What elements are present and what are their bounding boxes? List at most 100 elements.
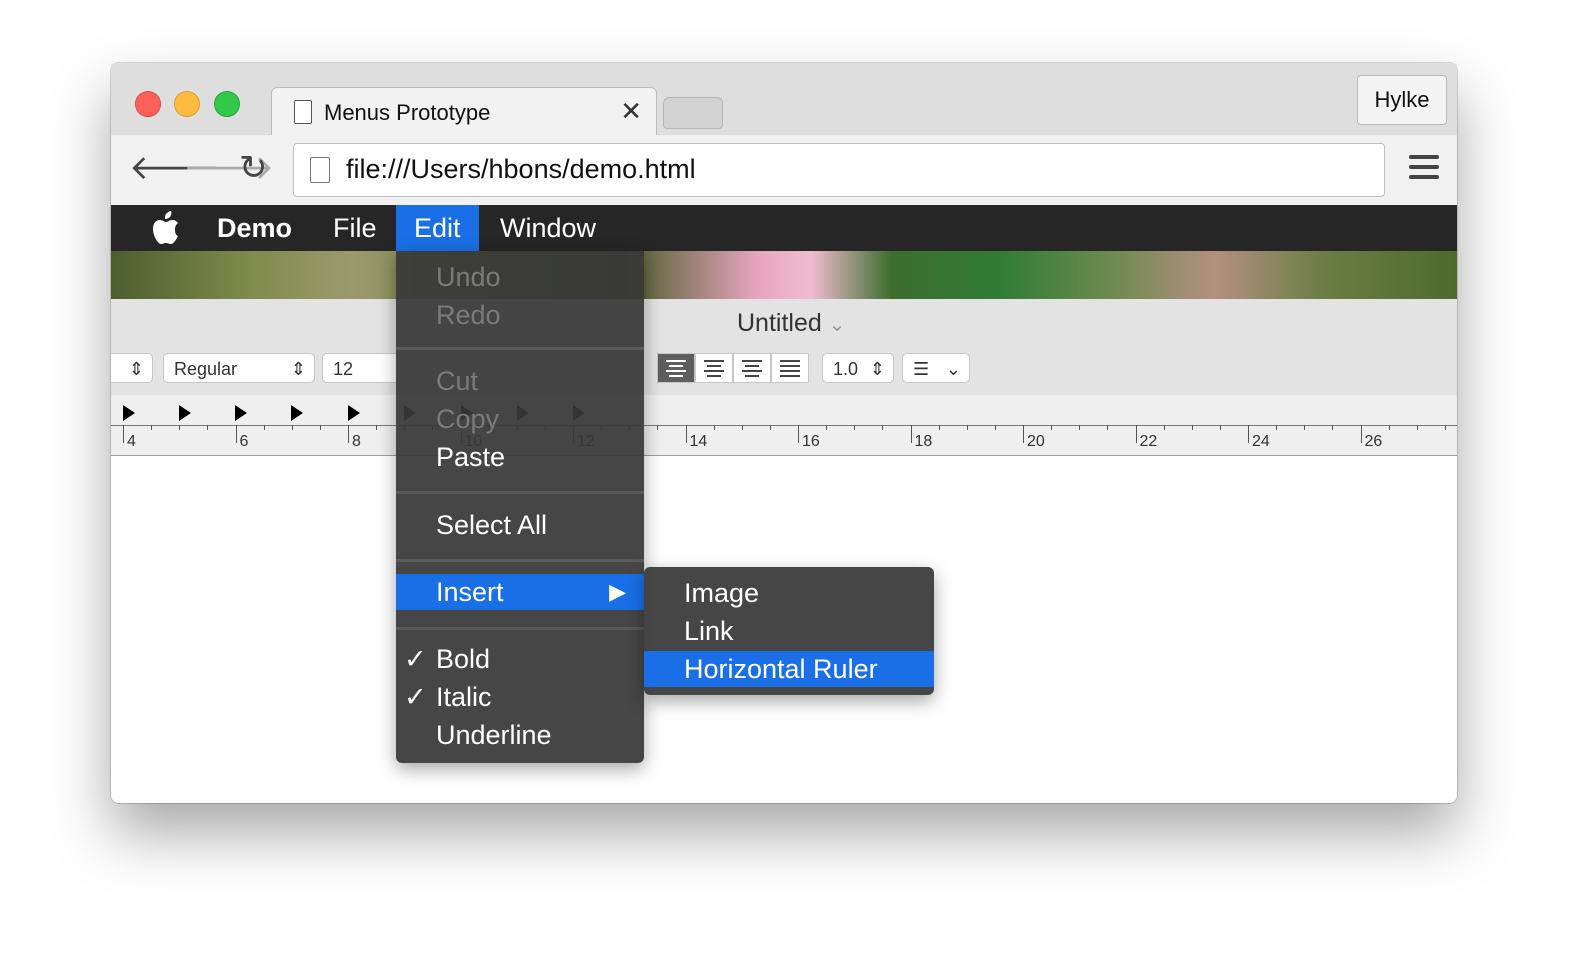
menu-item-insert-label: Insert bbox=[436, 577, 504, 607]
menu-item-copy[interactable]: Copy bbox=[396, 401, 644, 437]
ruler-minor-tick bbox=[1332, 425, 1334, 430]
format-bar: ⇕ Regular ⇕ 12 1.0 ⇕ ☰ ⌄ bbox=[111, 347, 1457, 396]
line-spacing-select[interactable]: 1.0 ⇕ bbox=[822, 353, 894, 383]
document-title-bar: Untitled ⌄ bbox=[111, 299, 1457, 347]
checkmark-icon: ✓ bbox=[404, 682, 427, 712]
menu-item-undo[interactable]: Undo bbox=[396, 259, 644, 295]
zoom-window-button[interactable] bbox=[214, 91, 240, 117]
tab-stop-marker[interactable] bbox=[291, 405, 303, 421]
app-menubar: Demo File Edit Window bbox=[111, 205, 1457, 251]
tab-menus-prototype[interactable]: Menus Prototype ✕ bbox=[271, 87, 657, 137]
ruler-minor-tick bbox=[179, 425, 181, 430]
menu-item-paste[interactable]: Paste bbox=[396, 439, 644, 475]
menu-item-italic-label: Italic bbox=[436, 682, 492, 712]
document-title[interactable]: Untitled ⌄ bbox=[737, 309, 845, 338]
ruler-baseline bbox=[111, 425, 1457, 426]
reload-icon[interactable]: ↻ bbox=[239, 151, 268, 185]
ruler-minor-tick bbox=[657, 425, 659, 430]
list-icon: ☰ bbox=[913, 359, 930, 379]
insert-submenu: Image Link Horizontal Ruler bbox=[644, 567, 934, 695]
align-left-icon[interactable] bbox=[657, 353, 695, 383]
line-spacing-value: 1.0 bbox=[833, 359, 859, 379]
tab-stop-marker[interactable] bbox=[348, 405, 360, 421]
ruler-minor-tick bbox=[376, 425, 378, 430]
menu-edit[interactable]: Edit bbox=[396, 205, 479, 251]
menu-separator bbox=[396, 347, 644, 350]
ruler-minor-tick bbox=[291, 425, 293, 430]
ruler-minor-tick bbox=[1444, 425, 1446, 430]
menu-file[interactable]: File bbox=[315, 205, 395, 251]
ruler-major-tick bbox=[1360, 425, 1362, 443]
menu-item-redo[interactable]: Redo bbox=[396, 297, 644, 333]
ruler-minor-tick bbox=[1107, 425, 1109, 430]
ruler-minor-tick bbox=[882, 425, 884, 430]
menu-item-bold[interactable]: ✓ Bold bbox=[396, 641, 644, 677]
menu-window[interactable]: Window bbox=[482, 205, 614, 251]
alignment-group bbox=[657, 353, 809, 383]
ruler-number: 14 bbox=[689, 433, 708, 450]
ruler-number: 4 bbox=[127, 433, 136, 450]
ruler-minor-tick bbox=[1276, 425, 1278, 430]
ruler-minor-tick bbox=[1191, 425, 1193, 430]
ruler-number: 18 bbox=[914, 433, 933, 450]
font-style-value: Regular bbox=[174, 359, 238, 379]
tab-stop-marker[interactable] bbox=[123, 405, 135, 421]
chevron-down-icon: ⌄ bbox=[945, 359, 961, 379]
align-justify-icon[interactable] bbox=[771, 353, 809, 383]
ruler-minor-tick bbox=[1388, 425, 1390, 430]
apple-icon[interactable] bbox=[133, 205, 199, 251]
menu-item-underline[interactable]: Underline bbox=[396, 717, 644, 753]
browser-toolbar: 🡐 🡒 ↻ file:///Users/hbons/demo.html bbox=[111, 135, 1457, 205]
ruler-minor-tick bbox=[1079, 425, 1081, 430]
document-icon bbox=[294, 100, 312, 124]
ruler-minor-tick bbox=[713, 425, 715, 430]
menu-item-bold-label: Bold bbox=[436, 644, 491, 674]
tab-close-icon[interactable]: ✕ bbox=[620, 96, 642, 127]
menu-item-link[interactable]: Link bbox=[644, 613, 934, 649]
profile-button[interactable]: Hylke bbox=[1357, 75, 1447, 125]
menu-item-horizontal-ruler[interactable]: Horizontal Ruler bbox=[644, 651, 934, 687]
menu-separator bbox=[396, 627, 644, 630]
menu-separator bbox=[396, 559, 644, 562]
ruler-number: 8 bbox=[352, 433, 361, 450]
browser-window: Menus Prototype ✕ Hylke 🡐 🡒 ↻ file:///Us… bbox=[111, 63, 1457, 803]
ruler-minor-tick bbox=[741, 425, 743, 430]
ruler-minor-tick bbox=[1051, 425, 1053, 430]
list-style-select[interactable]: ☰ ⌄ bbox=[902, 353, 970, 383]
align-right-icon[interactable] bbox=[733, 353, 771, 383]
ruler-major-tick bbox=[348, 425, 349, 443]
menu-item-image[interactable]: Image bbox=[644, 575, 934, 611]
ruler-minor-tick bbox=[826, 425, 828, 430]
menu-item-select-all[interactable]: Select All bbox=[396, 507, 644, 543]
font-style-select[interactable]: Regular ⇕ bbox=[163, 353, 315, 383]
ruler-number: 16 bbox=[802, 433, 820, 450]
menu-item-italic[interactable]: ✓ Italic bbox=[396, 679, 644, 715]
ruler: 468101214161820222426 bbox=[111, 395, 1457, 456]
ruler-minor-tick bbox=[966, 425, 968, 430]
stepper-icon: ⇕ bbox=[869, 359, 885, 379]
menu-item-insert[interactable]: Insert ▶ bbox=[396, 574, 644, 610]
font-family-stepper[interactable]: ⇕ bbox=[111, 353, 153, 383]
tab-strip: Menus Prototype ✕ Hylke bbox=[111, 63, 1457, 137]
stepper-icon: ⇕ bbox=[128, 359, 144, 379]
background-photo bbox=[111, 251, 1457, 299]
address-bar[interactable]: file:///Users/hbons/demo.html bbox=[293, 143, 1385, 197]
stepper-icon: ⇕ bbox=[290, 359, 306, 379]
minimize-window-button[interactable] bbox=[174, 91, 200, 117]
ruler-minor-tick bbox=[854, 425, 856, 430]
ruler-major-tick bbox=[235, 425, 237, 443]
new-tab-button[interactable] bbox=[663, 97, 723, 129]
chevron-down-icon: ⌄ bbox=[828, 314, 846, 336]
ruler-major-tick bbox=[910, 425, 912, 443]
menu-item-cut[interactable]: Cut bbox=[396, 363, 644, 399]
close-window-button[interactable] bbox=[135, 91, 161, 117]
align-center-icon[interactable] bbox=[695, 353, 733, 383]
font-size-select[interactable]: 12 bbox=[322, 353, 402, 383]
ruler-number: 20 bbox=[1027, 433, 1045, 450]
tab-stop-marker[interactable] bbox=[235, 405, 247, 421]
tab-title: Menus Prototype bbox=[324, 100, 491, 125]
ruler-minor-tick bbox=[769, 425, 771, 430]
tab-stop-marker[interactable] bbox=[179, 405, 191, 421]
hamburger-menu-icon[interactable] bbox=[1409, 155, 1439, 185]
menu-demo[interactable]: Demo bbox=[199, 205, 310, 251]
